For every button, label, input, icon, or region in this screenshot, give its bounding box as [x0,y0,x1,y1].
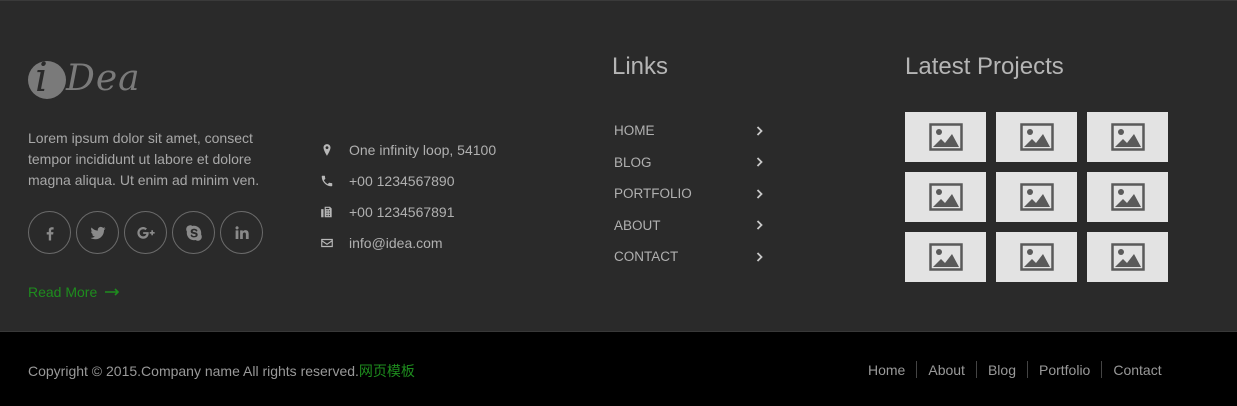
arrow-right-icon [105,288,120,296]
link-blog[interactable]: BLOG [614,147,764,179]
envelope-icon [318,234,336,252]
project-thumbnail[interactable] [905,172,986,222]
bottom-nav: Home About Blog Portfolio Contact [857,361,1173,378]
facebook-icon [46,226,54,240]
image-placeholder-icon [928,123,963,151]
copyright-link[interactable]: 网页模板 [359,363,415,379]
footer-bottom: Copyright © 2015.Company name All rights… [0,331,1237,406]
project-thumbnail[interactable] [996,172,1077,222]
google-plus-icon [136,226,155,239]
links-list: HOME BLOG PORTFOLIO ABOUT CONTACT [614,115,764,273]
link-label: ABOUT [614,217,661,233]
project-thumbnail[interactable] [1087,232,1168,282]
social-links [28,211,263,254]
bottom-nav-about[interactable]: About [917,362,976,378]
linkedin-icon [234,225,249,239]
project-thumbnail[interactable] [1087,172,1168,222]
skype-button[interactable] [172,211,215,254]
bottom-nav-home[interactable]: Home [857,362,916,378]
address-text: One infinity loop, 54100 [349,141,497,158]
chevron-right-icon [756,126,763,136]
logo-text: Dea [66,58,141,99]
project-thumbnail[interactable] [1087,112,1168,162]
image-placeholder-icon [1110,123,1145,151]
project-thumbnail[interactable] [996,112,1077,162]
link-contact[interactable]: CONTACT [614,241,764,273]
copyright: Copyright © 2015.Company name All rights… [28,361,415,381]
image-placeholder-icon [928,183,963,211]
skype-icon [185,224,202,241]
link-label: BLOG [614,154,652,170]
contact-phone: +00 1234567890 [318,165,496,196]
link-label: HOME [614,123,655,139]
image-placeholder-icon [1019,243,1054,271]
project-thumbnail[interactable] [905,232,986,282]
contact-fax: +00 1234567891 [318,196,496,227]
link-portfolio[interactable]: PORTFOLIO [614,178,764,210]
linkedin-button[interactable] [220,211,263,254]
google-plus-button[interactable] [124,211,167,254]
read-more-link[interactable]: Read More [28,284,121,300]
twitter-icon [90,226,105,239]
image-placeholder-icon [1110,183,1145,211]
link-home[interactable]: HOME [614,115,764,147]
facebook-button[interactable] [28,211,71,254]
phone-icon [318,172,336,190]
contact-list: One infinity loop, 54100 +00 1234567890 … [318,134,496,258]
email-text[interactable]: info@idea.com [349,235,443,251]
chevron-right-icon [756,220,763,230]
image-placeholder-icon [1019,123,1054,151]
bottom-nav-blog[interactable]: Blog [977,362,1027,378]
image-placeholder-icon [1019,183,1054,211]
chevron-right-icon [756,157,763,167]
link-label: CONTACT [614,249,679,265]
logo-letter: i [35,55,48,101]
links-heading: Links [612,53,669,80]
link-label: PORTFOLIO [614,186,692,202]
copyright-text: Copyright © 2015.Company name All rights… [28,363,359,379]
link-about[interactable]: ABOUT [614,210,764,242]
chevron-right-icon [756,252,763,262]
fax-text: +00 1234567891 [349,203,455,220]
chevron-right-icon [756,189,763,199]
read-more-label: Read More [28,284,98,300]
project-thumbnail[interactable] [905,112,986,162]
bottom-nav-contact[interactable]: Contact [1102,362,1172,378]
about-text: Lorem ipsum dolor sit amet, consect temp… [28,130,260,188]
footer-main: i Dea Lorem ipsum dolor sit amet, consec… [0,0,1237,331]
projects-grid [905,112,1168,282]
project-thumbnail[interactable] [996,232,1077,282]
map-marker-icon [318,141,336,159]
phone-text: +00 1234567890 [349,172,455,189]
image-placeholder-icon [928,243,963,271]
contact-email: info@idea.com [318,227,496,258]
image-placeholder-icon [1110,243,1145,271]
contact-address: One infinity loop, 54100 [318,134,496,165]
bottom-nav-portfolio[interactable]: Portfolio [1028,362,1101,378]
fax-icon [318,203,336,221]
projects-heading: Latest Projects [905,53,1064,80]
twitter-button[interactable] [76,211,119,254]
